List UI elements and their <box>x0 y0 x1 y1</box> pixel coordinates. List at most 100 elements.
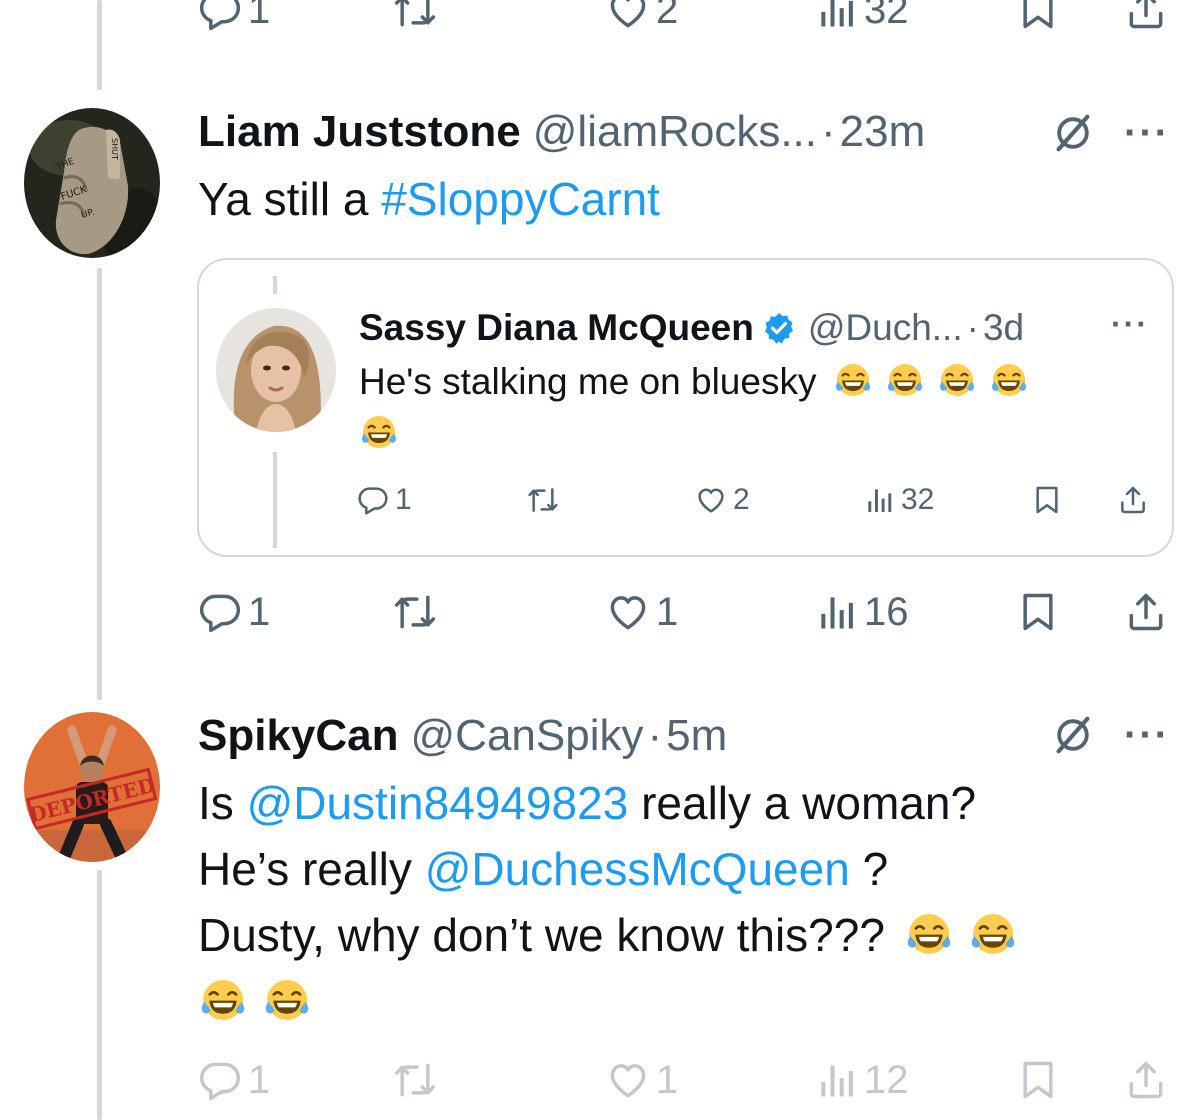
tweet2-author-handle[interactable]: @CanSpiky <box>411 711 644 761</box>
share-button[interactable] <box>1124 1050 1168 1110</box>
tweet2-line2-suffix: ? <box>849 843 889 895</box>
views-button[interactable]: 32 <box>814 0 909 40</box>
bookmark-button[interactable] <box>1016 0 1060 40</box>
like-icon <box>606 0 650 32</box>
retweet-button[interactable] <box>393 582 437 642</box>
thread-line-bottom <box>97 870 102 1120</box>
like-button[interactable]: 1 <box>606 1050 678 1110</box>
share-button[interactable] <box>1124 0 1168 40</box>
views-button[interactable]: 16 <box>814 582 909 642</box>
quoted-retweet-button[interactable] <box>527 470 559 530</box>
views-button[interactable]: 12 <box>814 1050 909 1110</box>
mention-dustin[interactable]: @Dustin84949823 <box>247 777 629 829</box>
tweet2-text: Is @Dustin84949823 really a woman? He’s … <box>198 770 1158 1034</box>
share-button[interactable] <box>1124 582 1168 642</box>
hashtag-link[interactable]: #SloppyCarnt <box>381 173 660 225</box>
tweet2-line1-suffix: really a woman? <box>628 777 977 829</box>
like-icon <box>606 590 650 634</box>
reply-button[interactable]: 1 <box>198 1050 270 1110</box>
avatar-image <box>216 308 336 432</box>
tweet2-line1: Is @Dustin84949823 really a woman? <box>198 770 1158 836</box>
quote-thread-line-top <box>273 276 277 294</box>
quoted-reply-button[interactable]: 1 <box>357 470 412 530</box>
bookmark-icon <box>1016 0 1060 32</box>
quoted-share-button[interactable] <box>1117 470 1149 530</box>
tweet1-header: Liam Juststone @liamRocks... · 23m <box>198 104 925 160</box>
tweet2-line4 <box>198 968 1158 1034</box>
quoted-views-button[interactable]: 32 <box>863 470 934 530</box>
laughing-emoji <box>833 360 873 400</box>
quoted-tweet-header: Sassy Diana McQueen @Duch... · 3d <box>359 302 1024 354</box>
quoted-more-icon[interactable]: ··· <box>1111 306 1149 343</box>
tweet2-line2-prefix: He’s really <box>198 843 425 895</box>
like-icon <box>695 484 727 516</box>
avatar-image: DEPORTED <box>24 712 160 862</box>
quoted-author-handle[interactable]: @Duch... <box>808 307 963 349</box>
laughing-emoji <box>885 360 925 400</box>
quoted-author-name[interactable]: Sassy Diana McQueen <box>359 307 754 349</box>
tweet1-author-handle[interactable]: @liamRocks... <box>533 107 817 157</box>
tweet2-separator: · <box>647 711 663 760</box>
quoted-separator: · <box>966 307 979 348</box>
quoted-like-button[interactable]: 2 <box>695 470 750 530</box>
bookmark-button[interactable] <box>1016 1050 1060 1110</box>
avatar-liam[interactable]: THE FUCK UP. SHUT <box>24 108 160 258</box>
reply-icon <box>198 0 242 32</box>
mention-duchessmcqueen[interactable]: @DuchessMcQueen <box>425 843 850 895</box>
svg-text:SHUT: SHUT <box>110 138 119 160</box>
grok-icon[interactable] <box>1050 110 1096 156</box>
views-count: 12 <box>864 1057 909 1102</box>
tweet2-author-name[interactable]: SpikyCan <box>198 711 399 761</box>
more-icon[interactable]: ··· <box>1124 713 1170 758</box>
like-button[interactable]: 2 <box>606 0 678 40</box>
thread-line-middle <box>97 268 102 700</box>
avatar-spikycan[interactable]: DEPORTED <box>24 712 160 862</box>
quoted-timestamp[interactable]: 3d <box>983 307 1024 349</box>
avatar-sassy-diana[interactable] <box>216 308 336 432</box>
tweet2-actions: 1 1 12 <box>198 1050 1178 1110</box>
share-icon <box>1124 590 1168 634</box>
quoted-text-body: He's stalking me on bluesky <box>359 361 817 402</box>
like-count: 1 <box>656 1057 679 1102</box>
reply-count: 1 <box>248 0 271 32</box>
reply-icon <box>357 484 389 516</box>
tweet2-header-actions: ··· <box>1050 712 1170 758</box>
tweet1-actions: 1 1 16 <box>198 582 1178 642</box>
tweet2-line1-prefix: Is <box>198 777 247 829</box>
grok-icon[interactable] <box>1050 712 1096 758</box>
retweet-button[interactable] <box>393 1050 437 1110</box>
reply-button[interactable]: 1 <box>198 582 270 642</box>
tweet2-line3: Dusty, why don’t we know this??? <box>198 902 1158 968</box>
retweet-button[interactable] <box>393 0 437 40</box>
bookmark-icon <box>1031 484 1063 516</box>
bookmark-button[interactable] <box>1016 582 1060 642</box>
quoted-tweet-text: He's stalking me on bluesky <box>359 356 1159 460</box>
like-button[interactable]: 1 <box>606 582 678 642</box>
more-icon[interactable]: ··· <box>1124 111 1170 156</box>
quoted-bookmark-button[interactable] <box>1031 470 1063 530</box>
retweet-icon <box>527 484 559 516</box>
bookmark-icon <box>1016 590 1060 634</box>
tweet1-timestamp[interactable]: 23m <box>840 107 926 157</box>
previous-tweet-actions: 1 2 32 <box>198 0 1178 40</box>
tweet2-timestamp[interactable]: 5m <box>666 711 727 761</box>
laughing-emoji <box>262 975 312 1025</box>
quote-thread-line-bottom <box>273 452 277 548</box>
reply-button[interactable]: 1 <box>198 0 270 40</box>
laughing-emoji <box>198 975 248 1025</box>
tweet1-separator: · <box>821 107 836 156</box>
tweet1-header-actions: ··· <box>1050 110 1170 156</box>
retweet-icon <box>393 590 437 634</box>
retweet-icon <box>393 1058 437 1102</box>
views-icon <box>814 590 858 634</box>
tweet1-text: Ya still a #SloppyCarnt <box>198 166 660 232</box>
quoted-tweet-card[interactable]: Sassy Diana McQueen @Duch... · 3d ··· He… <box>197 258 1174 557</box>
quoted-reply-count: 1 <box>395 483 412 516</box>
reply-icon <box>198 590 242 634</box>
tweet1-author-name[interactable]: Liam Juststone <box>198 107 521 157</box>
views-count: 16 <box>864 589 909 634</box>
bookmark-icon <box>1016 1058 1060 1102</box>
laughing-emoji <box>989 360 1029 400</box>
tweet2-header: SpikyCan @CanSpiky · 5m <box>198 708 727 764</box>
quoted-like-count: 2 <box>733 483 750 516</box>
